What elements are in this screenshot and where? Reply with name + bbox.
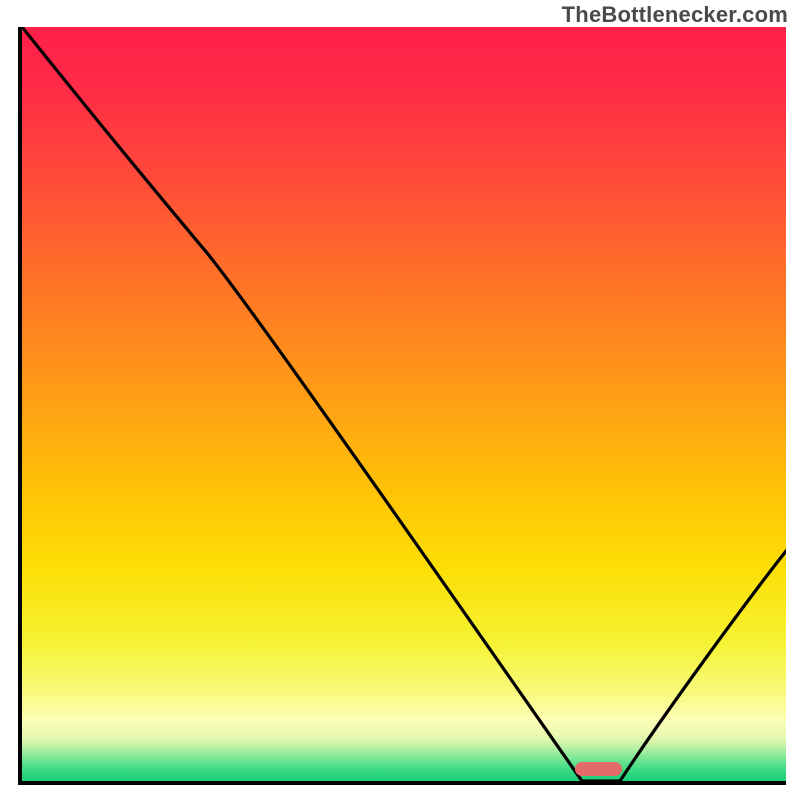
plot-area [18, 27, 786, 785]
optimal-marker [575, 762, 622, 776]
attribution-text: TheBottlenecker.com [562, 2, 788, 28]
background-gradient [22, 27, 786, 781]
chart-frame: TheBottlenecker.com [0, 0, 800, 800]
